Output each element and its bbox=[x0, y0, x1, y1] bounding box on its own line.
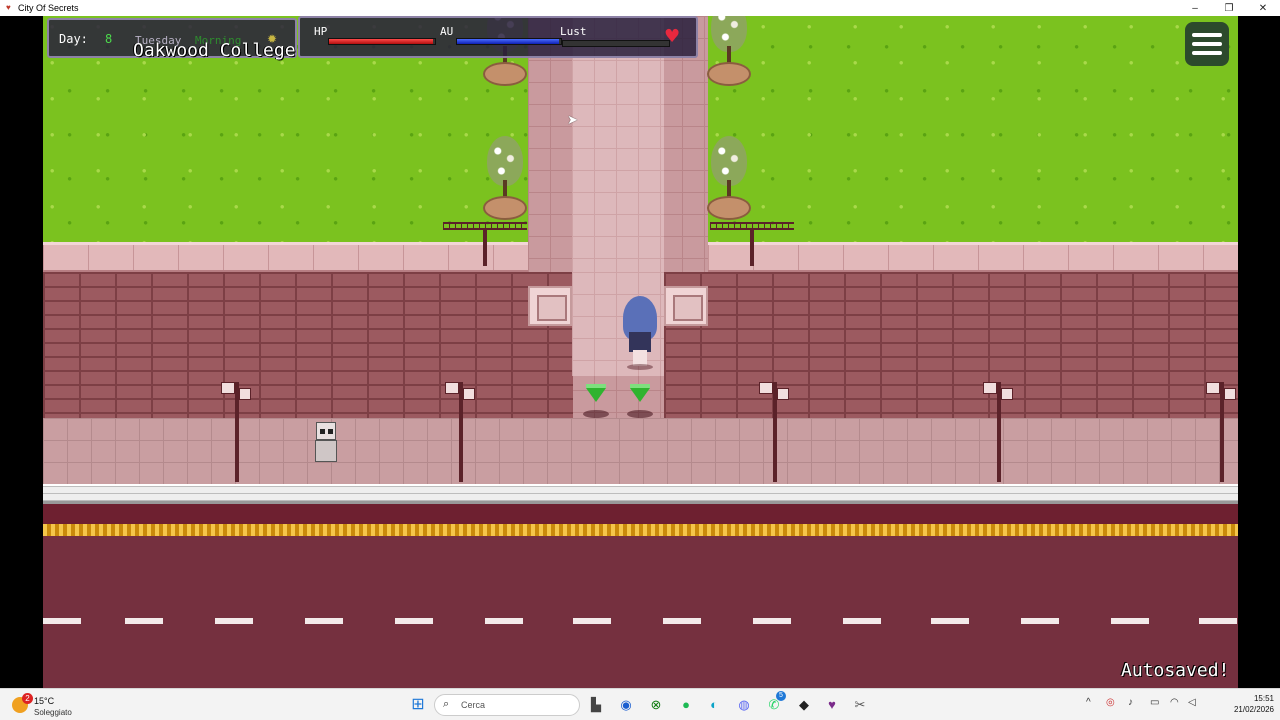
city-of-secrets-icon[interactable]: ♥ bbox=[824, 697, 840, 713]
hamburger-menu-button[interactable] bbox=[1185, 22, 1229, 66]
close-button[interactable]: ✕ bbox=[1246, 0, 1280, 16]
lane-dash bbox=[1111, 618, 1149, 624]
grass-lawn-right bbox=[708, 16, 1238, 242]
cherry-tree bbox=[705, 136, 753, 224]
hp-bar-fill bbox=[329, 39, 433, 44]
browser-icon[interactable]: ◉ bbox=[618, 697, 634, 713]
curb bbox=[43, 484, 1238, 504]
location-name: Oakwood College bbox=[133, 40, 296, 61]
minimize-button[interactable]: – bbox=[1178, 0, 1212, 16]
chevron-up-icon[interactable]: ^ bbox=[1086, 697, 1091, 708]
day-value: 8 bbox=[105, 32, 113, 46]
autosave-notice: Autosaved! bbox=[1121, 660, 1230, 681]
menu-line bbox=[1192, 51, 1222, 55]
fence-sign bbox=[443, 216, 527, 266]
gate-pillar-left bbox=[528, 286, 572, 326]
weather-widget[interactable]: 2 15°C Soleggiato bbox=[10, 693, 100, 717]
green-gem-marker[interactable] bbox=[627, 384, 653, 420]
lane-dash bbox=[395, 618, 433, 624]
security-icon[interactable]: ◎ bbox=[1106, 697, 1115, 708]
lane-dash bbox=[485, 618, 523, 624]
lane-dash bbox=[1199, 618, 1237, 624]
windows-taskbar: 2 15°C Soleggiato ⊞ ⌕ Cerca ▙ ◉ ⊗ ● ◐ ◍ … bbox=[0, 688, 1280, 720]
green-gem-marker[interactable] bbox=[583, 384, 609, 420]
brick-wall-left bbox=[43, 272, 573, 418]
road-shoulder bbox=[43, 504, 1238, 524]
lane-dash bbox=[1021, 618, 1059, 624]
lane-dash bbox=[663, 618, 701, 624]
lane-dash bbox=[843, 618, 881, 624]
lane-dash bbox=[931, 618, 969, 624]
clock-date: 21/02/2026 bbox=[1233, 705, 1274, 714]
letterbox-left bbox=[0, 16, 43, 688]
windows-start-icon[interactable]: ⊞ bbox=[410, 697, 426, 713]
window-title: City Of Secrets bbox=[18, 3, 79, 13]
au-label: AU bbox=[440, 25, 454, 38]
search-placeholder: Cerca bbox=[461, 700, 486, 710]
hud-date-panel: Day: 8 Tuesday Morning ✹ Oakwood College bbox=[47, 18, 297, 61]
lane-dash bbox=[43, 618, 81, 624]
clock-time: 15:51 bbox=[1253, 694, 1274, 703]
microphone-icon[interactable]: ♪ bbox=[1128, 697, 1133, 708]
game-icon[interactable]: ◆ bbox=[796, 697, 812, 713]
app-icon: ♥ bbox=[6, 3, 11, 12]
street-lamp bbox=[1206, 382, 1236, 482]
menu-line bbox=[1192, 42, 1222, 46]
edge-icon[interactable]: ◐ bbox=[706, 697, 722, 713]
fence-sign bbox=[710, 216, 794, 266]
weather-condition: Soleggiato bbox=[34, 708, 72, 717]
gate-pillar-right bbox=[664, 286, 708, 326]
lane-dash bbox=[753, 618, 791, 624]
street-lamp bbox=[221, 382, 251, 482]
sidewalk bbox=[43, 418, 1238, 484]
volume-icon[interactable]: ◁ bbox=[1188, 697, 1196, 708]
brick-wall-right bbox=[664, 272, 1238, 418]
letterbox-right bbox=[1238, 16, 1280, 688]
cherry-tree bbox=[705, 16, 753, 90]
weather-temperature: 15°C bbox=[34, 696, 55, 706]
au-bar-fill bbox=[457, 39, 559, 44]
lane-dash bbox=[125, 618, 163, 624]
spotify-icon[interactable]: ● bbox=[678, 697, 694, 713]
lust-label: Lust bbox=[560, 25, 587, 38]
road bbox=[43, 536, 1238, 688]
street-lamp bbox=[445, 382, 475, 482]
window-titlebar: ♥ City Of Secrets – ❐ ✕ bbox=[0, 0, 1280, 16]
notification-badge: 2 bbox=[22, 693, 33, 704]
street-lamp bbox=[759, 382, 789, 482]
lust-bar bbox=[562, 40, 670, 47]
road-yellow-line bbox=[43, 524, 1238, 536]
taskbar-search[interactable]: ⌕ Cerca bbox=[434, 694, 580, 716]
cherry-tree bbox=[481, 136, 529, 224]
player-character bbox=[621, 296, 659, 370]
mouse-cursor-icon: ➤ bbox=[567, 113, 578, 128]
day-label: Day: bbox=[59, 32, 88, 46]
hp-label: HP bbox=[314, 25, 328, 38]
lane-dash bbox=[305, 618, 343, 624]
au-bar bbox=[456, 38, 562, 45]
wifi-icon[interactable]: ◠ bbox=[1170, 697, 1179, 708]
hp-bar bbox=[328, 38, 436, 45]
discord-icon[interactable]: ◍ bbox=[736, 697, 752, 713]
robot-npc[interactable] bbox=[315, 422, 337, 464]
lane-dash bbox=[573, 618, 611, 624]
hud-stats-panel: HP AU Lust ♥ bbox=[298, 16, 698, 58]
search-icon: ⌕ bbox=[443, 698, 450, 710]
xbox-icon[interactable]: ⊗ bbox=[648, 697, 664, 713]
battery-icon[interactable]: ▭ bbox=[1150, 697, 1159, 708]
menu-line bbox=[1192, 33, 1222, 37]
lane-dash bbox=[215, 618, 253, 624]
street-lamp bbox=[983, 382, 1013, 482]
heart-icon: ♥ bbox=[664, 26, 681, 47]
whatsapp-badge: 5 bbox=[776, 691, 786, 701]
system-clock[interactable]: 15:51 21/02/2026 bbox=[1218, 693, 1274, 715]
restore-button[interactable]: ❐ bbox=[1212, 0, 1246, 16]
game-viewport[interactable]: ➤ Day: 8 Tuesday Morning ✹ Oakwood Colle… bbox=[43, 16, 1238, 688]
snipping-tool-icon[interactable]: ✂ bbox=[852, 697, 868, 713]
files-icon[interactable]: ▙ bbox=[588, 697, 604, 713]
